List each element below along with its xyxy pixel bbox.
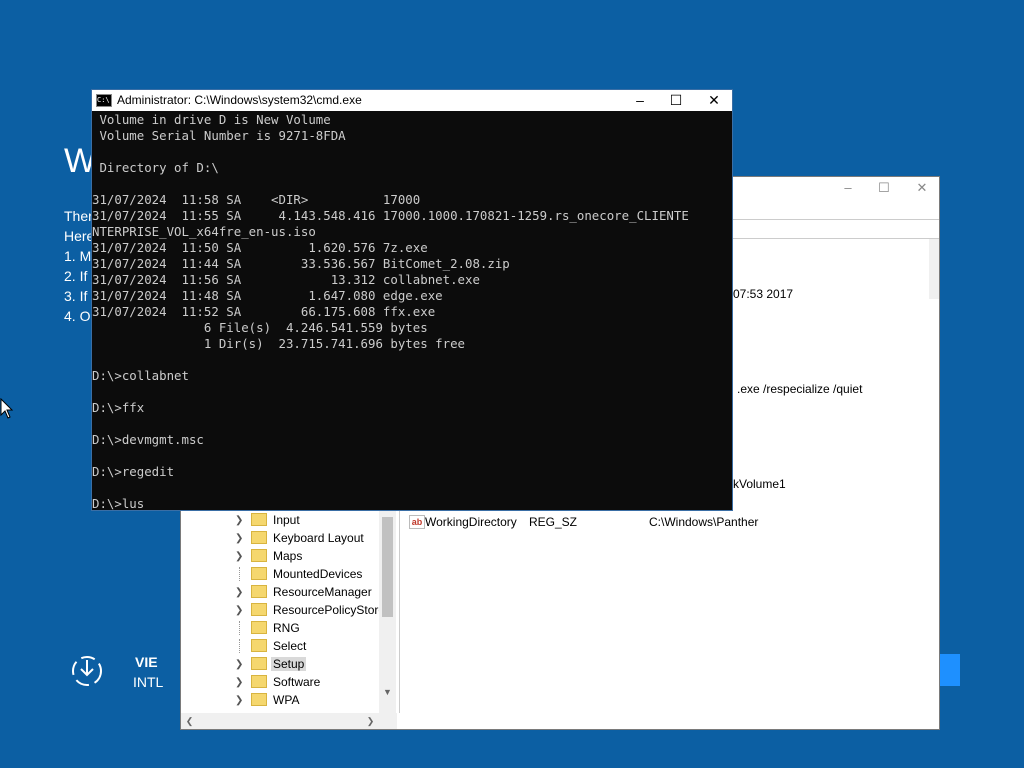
string-value-icon: ab — [409, 515, 425, 529]
console-line: Volume Serial Number is 9271-8FDA — [92, 128, 346, 143]
cmd-titlebar[interactable]: C:\ Administrator: C:\Windows\system32\c… — [92, 90, 732, 111]
tree-item-label: Software — [273, 675, 321, 689]
keyboard-language-code[interactable]: VIE — [135, 654, 158, 670]
value-type: REG_SZ — [529, 515, 578, 529]
tree-item-label: MountedDevices — [273, 567, 363, 581]
chevron-right-icon[interactable]: ❯ — [235, 677, 245, 688]
value-data-fragment: .exe /respecialize /quiet — [737, 382, 863, 396]
console-line: 1 Dir(s) 23.715.741.696 bytes free — [92, 336, 465, 351]
console-line: 31/07/2024 11:58 SA <DIR> 17000 — [92, 192, 421, 207]
cmd-app-icon: C:\ — [96, 94, 112, 107]
scroll-right-icon[interactable]: ❯ — [362, 714, 379, 728]
tree-connector-line — [239, 639, 241, 653]
console-line: D:\>regedit — [92, 464, 175, 479]
close-icon[interactable]: ✕ — [696, 90, 732, 111]
console-line: D:\>ffx — [92, 400, 145, 415]
tree-connector-line — [239, 621, 241, 635]
mouse-pointer-icon — [0, 398, 14, 419]
tree-item-label: Input — [273, 513, 300, 527]
tree-item-label: Maps — [273, 549, 303, 563]
folder-icon — [251, 603, 267, 616]
tree-item-label: ResourcePolicyStore — [273, 603, 386, 617]
scroll-left-icon[interactable]: ❮ — [181, 714, 198, 728]
console-line: D:\>devmgmt.msc — [92, 432, 204, 447]
tree-horizontal-scrollbar[interactable]: ❮ ❯ — [181, 713, 397, 729]
console-line: NTERPRISE_VOL_x64fre_en-us.iso — [92, 224, 316, 239]
minimize-icon[interactable]: – — [833, 179, 863, 197]
tree-item-label: Setup — [271, 657, 307, 671]
console-line: 6 File(s) 4.246.541.559 bytes — [92, 320, 428, 335]
chevron-right-icon[interactable]: ❯ — [235, 605, 245, 616]
console-line: 31/07/2024 11:55 SA 4.143.548.416 17000.… — [92, 208, 689, 223]
maximize-icon[interactable]: ☐ — [869, 179, 899, 197]
folder-icon — [251, 513, 267, 526]
keyboard-layout-code[interactable]: INTL — [133, 674, 163, 690]
command-prompt-window[interactable]: C:\ Administrator: C:\Windows\system32\c… — [91, 89, 733, 511]
tree-item-label: ResourceManager — [273, 585, 372, 599]
folder-icon — [251, 657, 267, 670]
ease-of-access-icon[interactable] — [70, 654, 104, 688]
console-prompt-line[interactable]: D:\>lus — [92, 496, 144, 510]
values-vertical-scrollbar[interactable] — [929, 239, 939, 299]
setup-next-button[interactable] — [938, 654, 960, 686]
tree-connector-line — [239, 567, 241, 581]
console-line: 31/07/2024 11:50 SA 1.620.576 7z.exe — [92, 240, 428, 255]
folder-icon — [251, 585, 267, 598]
console-line: Volume in drive D is New Volume — [92, 112, 331, 127]
window-title: Administrator: C:\Windows\system32\cmd.e… — [117, 93, 362, 107]
value-data-fragment: 07:53 2017 — [733, 287, 794, 301]
setup-text-line-4: 2. If — [64, 268, 88, 284]
folder-icon — [251, 567, 267, 580]
setup-text-line-2: Here — [64, 228, 95, 244]
chevron-right-icon[interactable]: ❯ — [235, 587, 245, 598]
tree-item-label: WPA — [273, 693, 300, 707]
setup-text-line-6: 4. O — [64, 308, 91, 324]
folder-icon — [251, 531, 267, 544]
maximize-icon[interactable]: ☐ — [658, 90, 694, 111]
value-data-fragment: kVolume1 — [733, 477, 786, 491]
chevron-right-icon[interactable]: ❯ — [235, 533, 245, 544]
value-name: WorkingDirectory — [425, 515, 517, 529]
folder-icon — [251, 675, 267, 688]
minimize-icon[interactable]: – — [622, 90, 658, 111]
tree-item-label: Select — [273, 639, 307, 653]
setup-text-line-3: 1. M — [64, 248, 92, 264]
chevron-right-icon[interactable]: ❯ — [235, 695, 245, 706]
tree-item-label: RNG — [273, 621, 300, 635]
chevron-right-icon[interactable]: ❯ — [235, 659, 245, 670]
tree-scroll-thumb[interactable] — [382, 517, 393, 617]
console-output[interactable]: Volume in drive D is New Volume Volume S… — [92, 112, 732, 510]
tree-item-label: Keyboard Layout — [273, 531, 364, 545]
console-line: 31/07/2024 11:56 SA 13.312 collabnet.exe — [92, 272, 480, 287]
setup-text-line-5: 3. If — [64, 288, 88, 304]
console-line: 31/07/2024 11:48 SA 1.647.080 edge.exe — [92, 288, 443, 303]
folder-icon — [251, 639, 267, 652]
console-line: D:\>collabnet — [92, 368, 189, 383]
scroll-down-icon[interactable]: ▼ — [379, 685, 396, 699]
chevron-right-icon[interactable]: ❯ — [235, 515, 245, 526]
chevron-right-icon[interactable]: ❯ — [235, 551, 245, 562]
close-icon[interactable]: ✕ — [907, 179, 937, 197]
console-line: Directory of D:\ — [92, 160, 219, 175]
folder-icon — [251, 693, 267, 706]
folder-icon — [251, 549, 267, 562]
folder-icon — [251, 621, 267, 634]
value-data: C:\Windows\Panther — [649, 515, 759, 529]
console-line: 31/07/2024 11:52 SA 66.175.608 ffx.exe — [92, 304, 436, 319]
console-line: 31/07/2024 11:44 SA 33.536.567 BitComet_… — [92, 256, 510, 271]
